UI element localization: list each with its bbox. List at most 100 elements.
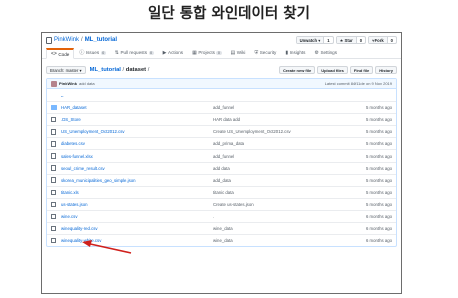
tab-insights[interactable]: ▮ Insights <box>281 47 309 58</box>
create-new-file-button[interactable]: Create new file <box>278 66 316 74</box>
code-icon: <> <box>51 51 57 57</box>
tab-code[interactable]: <> Code <box>46 48 75 59</box>
commit-message-link[interactable]: Create US_Unemployment_Oct2012.csv <box>213 129 342 134</box>
project-icon: ▦ <box>192 49 197 56</box>
commit-message-link[interactable]: add data <box>213 166 342 171</box>
file-age: 5 months ago <box>365 129 392 135</box>
tab-label: Actions <box>168 50 184 55</box>
star-label[interactable]: ★ Star <box>336 37 356 43</box>
list-item: diabetes.csv add_prima_data 5 months ago <box>47 137 396 149</box>
repo-nav: <> Code ⓘ Issues 0 ⇅ Pull requests 0 ▶ A… <box>42 47 401 59</box>
graph-icon: ▮ <box>285 49 289 56</box>
list-item: us-states.json Create us-states.json 5 m… <box>47 197 396 210</box>
commit-message-link[interactable]: add_data <box>213 178 342 183</box>
commit-author-link[interactable]: PinkWink <box>59 81 77 86</box>
file-name-link[interactable]: us-states.json <box>61 202 213 207</box>
file-icon <box>51 189 56 196</box>
parent-dir-link[interactable]: .. <box>61 93 213 98</box>
unwatch-label[interactable]: Unwatch ▾ <box>296 37 324 43</box>
find-file-button[interactable]: Find file <box>349 66 374 74</box>
issue-icon: ⓘ <box>79 50 85 56</box>
file-icon <box>51 201 56 208</box>
tab-wiki[interactable]: ▤ Wiki <box>227 47 250 58</box>
list-item: titanic.xls titanic data 5 months ago <box>47 185 396 198</box>
pull-request-icon: ⇅ <box>114 49 119 56</box>
file-name-link[interactable]: winequality-white.csv <box>61 238 213 243</box>
commit-message-link[interactable]: wine_data <box>213 238 342 243</box>
tab-counter: 0 <box>216 50 222 55</box>
tab-issues[interactable]: ⓘ Issues 0 <box>75 47 109 58</box>
list-item-parent-dir[interactable]: .. <box>47 89 396 101</box>
repo-actions: Unwatch ▾ 1 ★ Star 0 ⑂ Fork 0 <box>295 36 397 44</box>
repo-book-icon <box>46 36 52 44</box>
breadcrumb-separator: / <box>122 67 125 73</box>
fork-count[interactable]: 0 <box>386 37 396 43</box>
history-button[interactable]: History <box>375 66 397 74</box>
file-list: PinkWink add data Latest commit 84f11de … <box>46 78 397 248</box>
file-name-link[interactable]: US_Unemployment_Oct2012.csv <box>61 129 213 134</box>
commit-message-link[interactable]: add_funnel <box>213 105 342 110</box>
file-icon <box>51 237 56 244</box>
breadcrumb-repo-link[interactable]: ML_tutorial <box>90 67 121 73</box>
breadcrumb: ML_tutorial / dataset / <box>90 67 150 73</box>
latest-commit-info[interactable]: Latest commit 84f11de on 9 Nov 2019 <box>325 81 392 86</box>
file-name-link[interactable]: diabetes.csv <box>61 141 213 146</box>
file-navigation: Branch: master ▾ ML_tutorial / dataset /… <box>42 63 401 77</box>
file-age: 5 months ago <box>365 105 392 111</box>
file-icon <box>51 129 56 135</box>
tab-actions[interactable]: ▶ Actions <box>159 47 187 58</box>
repo-owner-link[interactable]: PinkWink <box>54 37 79 43</box>
file-age: 5 months ago <box>365 153 392 159</box>
commit-message-link[interactable]: add_prima_data <box>213 141 342 146</box>
slide-caption: 일단 통합 와인데이터 찾기 <box>148 6 310 22</box>
repo-title-separator: / <box>81 37 83 43</box>
upload-files-button[interactable]: Upload files <box>317 66 348 74</box>
file-age: 5 months ago <box>365 165 392 171</box>
file-name-link[interactable]: seoul_crime_result.csv <box>61 166 213 171</box>
file-age: 6 months ago <box>365 238 392 244</box>
file-name-link[interactable]: skorea_municipalities_geo_simple.json <box>61 178 213 183</box>
file-icon <box>51 213 56 220</box>
file-name-link[interactable]: winequality-red.csv <box>61 226 213 231</box>
star-count[interactable]: 0 <box>355 37 365 43</box>
unwatch-button[interactable]: Unwatch ▾ 1 <box>295 36 334 44</box>
list-item: winequality-red.csv wine_data 6 months a… <box>47 222 396 234</box>
file-name-link[interactable]: sales-funnel.xlsx <box>61 154 213 159</box>
file-name-link[interactable]: titanic.xls <box>61 190 213 195</box>
file-age: 5 months ago <box>365 189 392 195</box>
commit-message-link[interactable]: wine_data <box>213 226 342 231</box>
commit-message-link[interactable]: add data <box>79 81 95 86</box>
tab-counter: 0 <box>148 50 154 55</box>
commit-message-link[interactable]: titanic data <box>213 190 342 195</box>
file-name-link[interactable]: HAR_dataset <box>61 105 213 110</box>
repo-name-link[interactable]: ML_tutorial <box>85 37 117 43</box>
play-icon: ▶ <box>162 49 167 56</box>
tab-label: Wiki <box>236 50 246 55</box>
commit-message-link[interactable]: add_funnel <box>213 154 342 159</box>
file-name-link[interactable]: .DS_Store <box>61 117 213 122</box>
file-age: 5 months ago <box>365 201 392 207</box>
tab-projects[interactable]: ▦ Projects 0 <box>188 47 225 58</box>
tab-counter: 0 <box>100 50 106 55</box>
tab-pull-requests[interactable]: ⇅ Pull requests 0 <box>111 47 158 58</box>
tab-security[interactable]: ⛨ Security <box>250 47 280 58</box>
file-name-link[interactable]: wine.csv <box>61 214 213 219</box>
tab-label: Issues <box>85 50 100 55</box>
file-icon <box>51 165 56 171</box>
tab-label: Code <box>58 51 70 57</box>
branch-selector[interactable]: Branch: master ▾ <box>46 66 86 74</box>
fork-button[interactable]: ⑂ Fork 0 <box>368 36 397 44</box>
tab-label: Pull requests <box>120 50 148 55</box>
file-buttons: Create new file Upload files Find file H… <box>278 66 397 74</box>
avatar[interactable] <box>51 80 57 87</box>
list-item-wine-csv: wine.csv . 6 months ago <box>47 209 396 222</box>
star-button[interactable]: ★ Star 0 <box>335 36 367 44</box>
fork-label[interactable]: ⑂ Fork <box>369 37 387 43</box>
shield-icon: ⛨ <box>254 49 259 56</box>
list-item: HAR_dataset add_funnel 5 months ago <box>47 101 396 113</box>
tab-settings[interactable]: ⚙ Settings <box>310 47 341 58</box>
watch-count[interactable]: 1 <box>323 37 332 43</box>
commit-message-link[interactable]: . <box>213 214 342 219</box>
commit-message-link[interactable]: HAR data add <box>213 117 342 122</box>
commit-message-link[interactable]: Create us-states.json <box>213 202 342 207</box>
